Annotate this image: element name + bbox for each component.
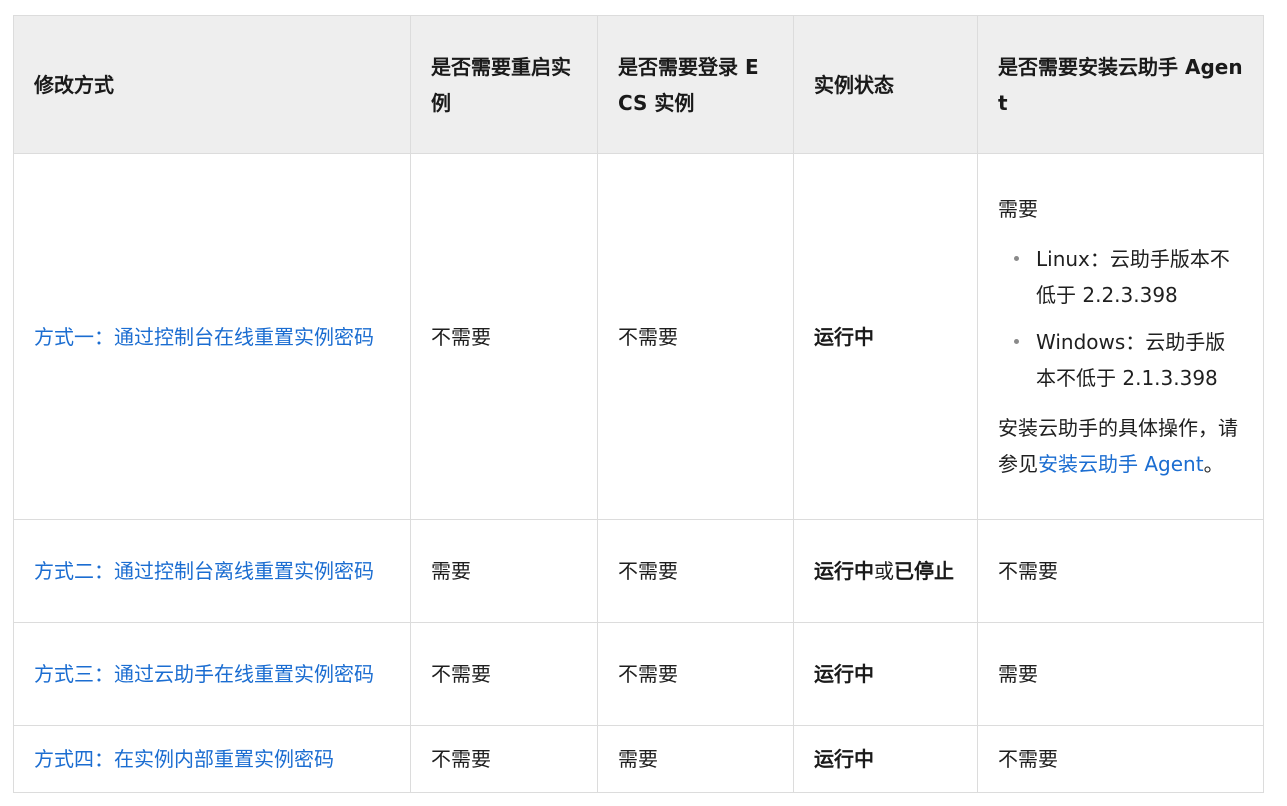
restart-cell: 需要 <box>410 519 598 623</box>
header-agent: 是否需要安装云助手 Agent <box>977 15 1264 154</box>
table-row: 方式三：通过云助手在线重置实例密码 不需要 不需要 运行中 需要 <box>13 622 1264 726</box>
agent-cell: 不需要 <box>977 519 1264 623</box>
method-four-link[interactable]: 方式四：在实例内部重置实例密码 <box>34 747 334 771</box>
method-two-link[interactable]: 方式二：通过控制台离线重置实例密码 <box>34 559 374 583</box>
table-row: 方式二：通过控制台离线重置实例密码 需要 不需要 运行中或已停止 不需要 <box>13 519 1264 623</box>
install-note-period: 。 <box>1203 452 1224 476</box>
agent-requirement: 需要 <box>998 197 1038 221</box>
restart-cell: 不需要 <box>410 622 598 726</box>
table-row: 方式四：在实例内部重置实例密码 不需要 需要 运行中 不需要 <box>13 725 1264 793</box>
login-cell: 不需要 <box>597 153 794 520</box>
list-item: Windows：云助手版本不低于 2.1.3.398 <box>1014 324 1243 396</box>
bullet-icon <box>1014 256 1019 261</box>
install-agent-note: 安装云助手的具体操作，请参见安装云助手 Agent。 <box>998 410 1243 482</box>
header-login: 是否需要登录 ECS 实例 <box>597 15 794 154</box>
agent-cell: 需要 Linux：云助手版本不低于 2.2.3.398 Windows：云助手版… <box>977 153 1264 520</box>
instance-state-cell: 运行中 <box>793 725 978 793</box>
header-restart: 是否需要重启实例 <box>410 15 598 154</box>
method-cell: 方式四：在实例内部重置实例密码 <box>13 725 411 793</box>
bullet-icon <box>1014 339 1019 344</box>
install-agent-link[interactable]: 安装云助手 Agent <box>1038 452 1204 476</box>
restart-cell: 不需要 <box>410 725 598 793</box>
instance-state-cell: 运行中 <box>793 153 978 520</box>
agent-cell: 不需要 <box>977 725 1264 793</box>
instance-state-cell: 运行中或已停止 <box>793 519 978 623</box>
login-cell: 不需要 <box>597 622 794 726</box>
windows-version-requirement: Windows：云助手版本不低于 2.1.3.398 <box>1036 330 1226 390</box>
agent-cell: 需要 <box>977 622 1264 726</box>
table-header-row: 修改方式 是否需要重启实例 是否需要登录 ECS 实例 实例状态 是否需要安装云… <box>13 15 1264 154</box>
instance-state-cell: 运行中 <box>793 622 978 726</box>
header-method: 修改方式 <box>13 15 411 154</box>
state-running: 运行中 <box>814 559 874 583</box>
state-stopped: 已停止 <box>894 559 954 583</box>
method-cell: 方式一：通过控制台在线重置实例密码 <box>13 153 411 520</box>
table-row: 方式一：通过控制台在线重置实例密码 不需要 不需要 运行中 需要 Linux：云… <box>13 153 1264 520</box>
agent-version-list: Linux：云助手版本不低于 2.2.3.398 Windows：云助手版本不低… <box>998 241 1243 396</box>
method-cell: 方式二：通过控制台离线重置实例密码 <box>13 519 411 623</box>
login-cell: 不需要 <box>597 519 794 623</box>
list-item: Linux：云助手版本不低于 2.2.3.398 <box>1014 241 1243 313</box>
restart-cell: 不需要 <box>410 153 598 520</box>
linux-version-requirement: Linux：云助手版本不低于 2.2.3.398 <box>1036 247 1230 307</box>
header-instance-state: 实例状态 <box>793 15 978 154</box>
method-one-link[interactable]: 方式一：通过控制台在线重置实例密码 <box>34 325 374 349</box>
password-reset-comparison-table: 修改方式 是否需要重启实例 是否需要登录 ECS 实例 实例状态 是否需要安装云… <box>13 15 1264 793</box>
login-cell: 需要 <box>597 725 794 793</box>
method-three-link[interactable]: 方式三：通过云助手在线重置实例密码 <box>34 662 374 686</box>
method-cell: 方式三：通过云助手在线重置实例密码 <box>13 622 411 726</box>
state-or: 或 <box>874 559 894 583</box>
